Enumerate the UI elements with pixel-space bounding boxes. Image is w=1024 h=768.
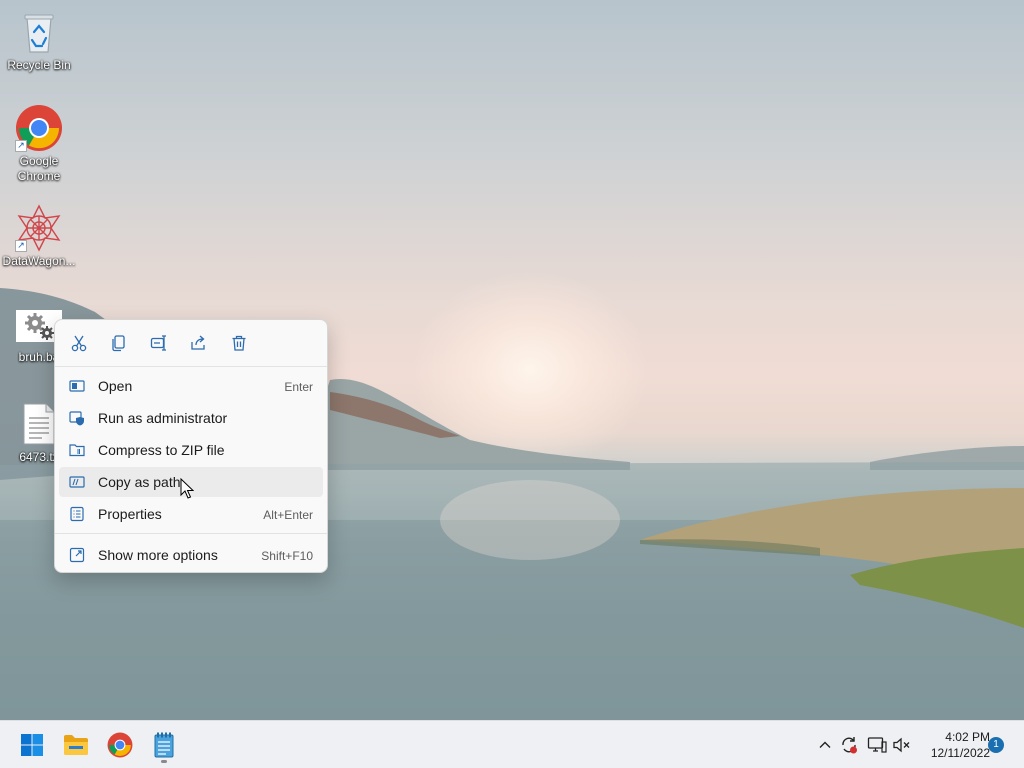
copy-path-icon	[69, 476, 85, 488]
show-hidden-icons-button[interactable]	[813, 733, 837, 757]
chrome-icon	[107, 732, 133, 758]
taskbar-google-chrome[interactable]	[100, 725, 140, 765]
menu-separator	[55, 366, 327, 367]
mouse-cursor-icon	[180, 478, 194, 499]
menu-item-show-more-options[interactable]: Show more options Shift+F10	[59, 540, 323, 570]
zip-folder-icon	[69, 444, 85, 457]
share-button[interactable]	[185, 331, 213, 355]
menu-separator	[55, 533, 327, 534]
menu-item-label: Properties	[98, 506, 162, 522]
menu-item-open[interactable]: Open Enter	[59, 371, 323, 401]
copy-icon	[112, 335, 125, 352]
menu-item-label: Copy as path	[98, 474, 181, 490]
network-button[interactable]	[865, 733, 889, 757]
shortcut-arrow-icon: ↗	[15, 140, 27, 152]
menu-item-shortcut: Enter	[284, 380, 313, 394]
shortcut-arrow-icon: ↗	[15, 240, 27, 252]
desktop-icon-label: DataWagon...	[2, 254, 76, 268]
menu-item-shortcut: Alt+Enter	[263, 508, 313, 522]
recycle-bin-icon	[15, 8, 63, 56]
clock-date: 12/11/2022	[930, 746, 990, 760]
notification-badge[interactable]: 1	[988, 737, 1004, 753]
chevron-up-icon	[819, 741, 831, 748]
sync-status-button[interactable]	[837, 733, 861, 757]
desktop-icon-label: Google Chrome	[17, 154, 61, 183]
network-icon	[867, 737, 887, 753]
context-menu-quick-actions	[55, 320, 327, 366]
properties-icon	[70, 506, 84, 522]
delete-icon	[232, 335, 246, 351]
windows-start-icon	[21, 734, 43, 756]
chrome-icon: ↗	[15, 104, 63, 152]
notepad-icon	[154, 732, 174, 758]
desktop-icon-google-chrome[interactable]: ↗ Google Chrome	[1, 104, 77, 184]
open-icon	[69, 380, 85, 392]
menu-item-shortcut: Shift+F10	[261, 549, 313, 563]
clock-time: 4:02 PM	[945, 730, 990, 744]
sync-error-icon	[842, 737, 857, 754]
folder-icon	[64, 735, 88, 755]
desktop-icon-datawagon[interactable]: ↗ DataWagon...	[1, 204, 77, 269]
menu-item-label: Show more options	[98, 547, 218, 563]
delete-button[interactable]	[225, 331, 253, 355]
shield-icon	[69, 411, 84, 426]
desktop-icon-recycle-bin[interactable]: Recycle Bin	[1, 8, 77, 73]
rename-icon	[150, 335, 166, 351]
volume-muted-icon	[893, 737, 910, 753]
copy-button[interactable]	[105, 331, 133, 355]
rename-button[interactable]	[145, 331, 173, 355]
taskbar-clock[interactable]: 4:02 PM 12/11/2022	[916, 729, 990, 761]
menu-item-label: Open	[98, 378, 133, 394]
desktop-icon-label: 6473.tx	[19, 450, 59, 464]
taskbar: 4:02 PM 12/11/2022 1	[0, 720, 1024, 768]
taskbar-file-explorer[interactable]	[56, 725, 96, 765]
cut-icon	[71, 335, 87, 352]
share-icon	[191, 335, 205, 350]
running-indicator	[161, 760, 167, 763]
menu-item-compress-to-zip[interactable]: Compress to ZIP file	[59, 435, 323, 465]
more-options-icon	[69, 547, 85, 563]
cut-button[interactable]	[65, 331, 93, 355]
menu-item-run-as-administrator[interactable]: Run as administrator	[59, 403, 323, 433]
taskbar-notepad[interactable]	[144, 725, 184, 765]
context-menu: Open Enter Run as administrator Compress…	[54, 319, 328, 573]
desktop-icon-label: Recycle Bin	[7, 58, 71, 72]
menu-item-label: Compress to ZIP file	[98, 442, 225, 458]
volume-button[interactable]	[890, 733, 914, 757]
datawagon-icon: ↗	[15, 204, 63, 252]
start-button[interactable]	[12, 725, 52, 765]
menu-item-properties[interactable]: Properties Alt+Enter	[59, 499, 323, 529]
menu-item-label: Run as administrator	[98, 410, 228, 426]
